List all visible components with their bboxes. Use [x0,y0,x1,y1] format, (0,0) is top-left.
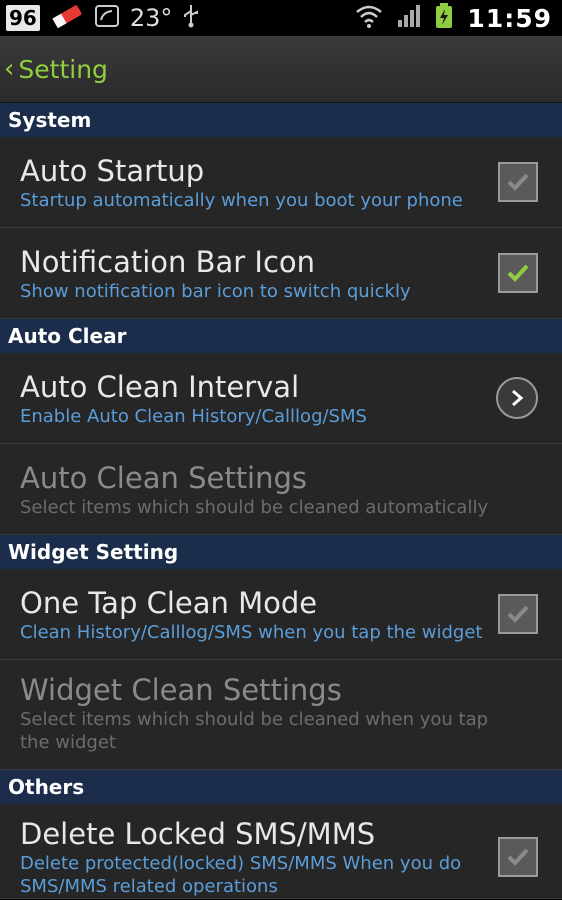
pref-subtitle: Startup automatically when you boot your… [20,190,463,211]
chevron-right-icon [512,389,524,407]
action-bar[interactable]: ‹ Setting [0,36,562,105]
status-bar: 96 23° 11:59 [0,0,562,36]
pref-one-tap-clean-mode[interactable]: One Tap Clean Mode Clean History/Calllog… [0,569,562,660]
clock-time: 11:59 [467,3,552,33]
battery-percent-badge: 96 [6,5,40,31]
settings-list: System Auto Startup Startup automaticall… [0,103,562,899]
signal-icon [397,4,421,32]
pref-notification-bar-icon[interactable]: Notification Bar Icon Show notification … [0,228,562,319]
check-icon [507,605,529,623]
pref-title: Notification Bar Icon [20,245,316,279]
pref-title: Auto Clean Interval [20,370,300,404]
section-header-widget-setting: Widget Setting [0,535,562,569]
pref-widget-clean-settings: Widget Clean Settings Select items which… [0,660,562,770]
check-icon [507,264,529,282]
pref-subtitle: Select items which should be cleaned aut… [20,497,489,518]
missed-call-icon [94,3,120,33]
pref-title: Delete Locked SMS/MMS [20,817,376,851]
eraser-app-icon [50,2,84,34]
pref-subtitle: Select items which should be cleaned whe… [20,709,489,753]
section-header-others: Others [0,770,562,804]
pref-subtitle: Enable Auto Clean History/Calllog/SMS [20,406,367,427]
notification-bar-icon-checkbox[interactable] [498,253,538,293]
auto-startup-checkbox[interactable] [498,162,538,202]
one-tap-clean-mode-checkbox[interactable] [498,594,538,634]
pref-subtitle: Delete protected(locked) SMS/MMS When yo… [20,853,462,897]
pref-delete-locked-sms-mms[interactable]: Delete Locked SMS/MMS Delete protected(l… [0,804,562,899]
check-icon [507,848,529,866]
pref-title: One Tap Clean Mode [20,586,318,620]
pref-title: Auto Startup [20,154,205,188]
back-chevron-icon[interactable]: ‹ [4,54,14,84]
usb-icon [182,3,200,33]
page-title: Setting [18,54,108,84]
pref-subtitle: Clean History/Calllog/SMS when you tap t… [20,622,483,643]
pref-auto-clean-interval[interactable]: Auto Clean Interval Enable Auto Clean Hi… [0,353,562,444]
wifi-icon [355,4,383,32]
section-header-auto-clear: Auto Clear [0,319,562,353]
temperature-text: 23° [129,4,173,32]
pref-title: Auto Clean Settings [20,461,308,495]
delete-locked-sms-mms-checkbox[interactable] [498,837,538,877]
pref-auto-clean-settings: Auto Clean Settings Select items which s… [0,444,562,535]
pref-subtitle: Show notification bar icon to switch qui… [20,281,411,302]
auto-clean-interval-button[interactable] [496,377,538,419]
section-header-system: System [0,103,562,137]
check-icon [507,173,529,191]
pref-auto-startup[interactable]: Auto Startup Startup automatically when … [0,137,562,228]
pref-title: Widget Clean Settings [20,673,342,707]
battery-charging-icon [435,3,453,33]
